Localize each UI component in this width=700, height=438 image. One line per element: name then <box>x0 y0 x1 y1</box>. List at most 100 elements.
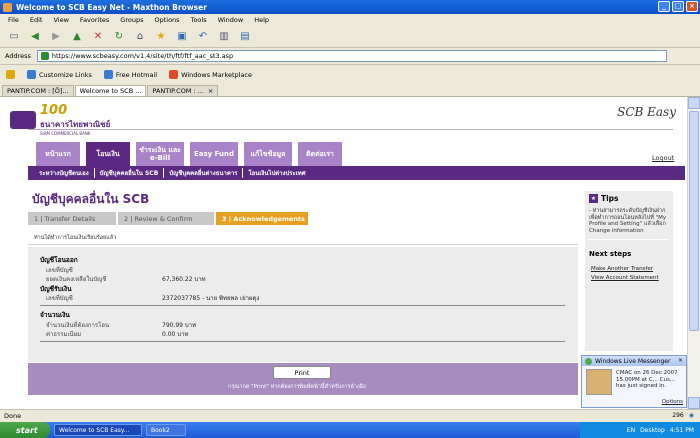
tray-lang[interactable]: EN <box>627 427 635 434</box>
link-favorites[interactable] <box>6 70 15 79</box>
success-notice: ท่านได้ทำการโอนเงินเรียบร้อยแล้ว <box>34 235 117 241</box>
avatar <box>586 369 612 395</box>
link-hotmail-label: Free Hotmail <box>115 70 158 79</box>
msn-message: CMAC on 26 Dec 2007 15.00PM at C... Cus.… <box>616 370 678 389</box>
start-button[interactable]: start <box>0 422 50 438</box>
view-statement-link[interactable]: View Account Statement <box>591 275 659 281</box>
taskbar-item-browser[interactable]: Welcome to SCB Easy... <box>54 424 142 436</box>
close-icon[interactable]: × <box>678 357 683 364</box>
minimize-button[interactable]: _ <box>658 1 670 12</box>
browser-tab[interactable]: PANTIP.COM : ... × <box>147 85 219 96</box>
maxthon-icon <box>3 2 12 12</box>
step-acknowledgements: 3 | Acknowledgements <box>216 212 308 225</box>
menu-favorites[interactable]: Favorites <box>80 16 109 24</box>
address-input[interactable]: https://www.scbeasy.com/v1.4/site/th/ftf… <box>36 50 667 62</box>
fee-label: ค่าธรรมเนียม <box>46 331 82 338</box>
layout-icon[interactable]: ▥ <box>216 29 232 45</box>
browser-tab-label: Welcome to SCB ... <box>79 87 142 95</box>
maximize-button[interactable]: □ <box>672 1 684 12</box>
to-account-value: 2372037785 - นาย พิทยพล เย่าผดุง <box>162 295 260 302</box>
forward-icon[interactable]: ▶ <box>48 29 64 45</box>
home-icon[interactable]: ⌂ <box>132 29 148 45</box>
notice-divider <box>28 244 578 245</box>
undo-icon[interactable]: ↶ <box>195 29 211 45</box>
menu-view[interactable]: View <box>53 16 68 24</box>
anniversary-mark: 100 <box>40 103 68 118</box>
window-titlebar: Welcome to SCB Easy Net - Maxthon Browse… <box>0 0 700 14</box>
msn-options-link[interactable]: Options <box>662 399 683 405</box>
subnav-own-accounts[interactable]: ระหว่างบัญชีตนเอง <box>34 168 95 178</box>
status-text: Done <box>4 412 22 420</box>
screen-icon[interactable]: ▣ <box>174 29 190 45</box>
new-page-icon[interactable]: ▭ <box>6 29 22 45</box>
address-label: Address <box>5 52 31 60</box>
tips-body: - ท่านสามารถระดับบัญชีเงินฝาก เพื่อทำการ… <box>589 208 667 234</box>
balance-value: 67,360.22 บาท <box>162 276 206 283</box>
nav-contact[interactable]: ติดต่อเรา <box>298 142 342 166</box>
menu-help[interactable]: Help <box>254 16 269 24</box>
secure-lock-icon <box>40 52 49 60</box>
refresh-icon[interactable]: ↻ <box>111 29 127 45</box>
nav-payment[interactable]: ชำระเงิน และ e-Bill <box>136 142 184 166</box>
tips-panel: ★ Tips - ท่านสามารถระดับบัญชีเงินฝาก เพื… <box>585 191 673 351</box>
close-button[interactable]: × <box>686 1 698 12</box>
status-bar: Done 296 ◉ <box>0 409 700 422</box>
messenger-icon <box>585 357 592 365</box>
msn-notification[interactable]: Windows Live Messenger × CMAC on 26 Dec … <box>581 355 687 408</box>
favorites-star-icon[interactable]: ★ <box>153 29 169 45</box>
browser-tab-active[interactable]: Welcome to SCB ... <box>74 85 147 96</box>
wizard-steps: 1 | Transfer Details 2 | Review & Confir… <box>28 212 308 225</box>
subnav-overseas[interactable]: โอนเงินไปต่างประเทศ <box>243 168 310 178</box>
scroll-up-icon[interactable] <box>688 97 700 109</box>
toolbar: ▭ ◀ ▶ ▲ ✕ ↻ ⌂ ★ ▣ ↶ ▥ ▤ <box>0 26 700 48</box>
globe-icon: ◉ <box>688 412 694 419</box>
nav-home[interactable]: หน้าแรก <box>36 142 80 166</box>
nav-profile[interactable]: แก้ไขข้อมูล <box>244 142 292 166</box>
link-marketplace[interactable]: Windows Marketplace <box>169 70 252 79</box>
msn-title: Windows Live Messenger <box>595 357 671 365</box>
link-hotmail[interactable]: Free Hotmail <box>103 70 158 79</box>
nav-transfer[interactable]: โอนเงิน <box>86 142 130 166</box>
tray-clock: 4:51 PM <box>669 426 694 434</box>
tips-star-icon: ★ <box>589 194 598 203</box>
menu-window[interactable]: Window <box>218 16 244 24</box>
section-divider <box>40 305 565 306</box>
menu-edit[interactable]: Edit <box>30 16 43 24</box>
next-steps-heading: Next steps <box>589 250 632 258</box>
status-count: 296 <box>672 412 684 419</box>
link-customize[interactable]: Customize Links <box>27 70 92 79</box>
step-review-confirm: 2 | Review & Confirm <box>118 212 214 225</box>
browser-tab[interactable]: PANTIP.COM : [Ô]... <box>2 85 74 96</box>
taskbar-item-book2[interactable]: Book2 <box>146 424 186 436</box>
browser-tab-label: PANTIP.COM : ... <box>152 87 204 95</box>
print-button[interactable]: Print <box>273 366 331 379</box>
browser-tabs: PANTIP.COM : [Ô]... Welcome to SCB ... P… <box>0 84 700 97</box>
make-another-transfer-link[interactable]: Make Another Transfer <box>591 266 653 272</box>
tray-desktop[interactable]: Desktop <box>640 427 665 434</box>
sidebar-icon[interactable]: ▤ <box>237 29 253 45</box>
logout-link[interactable]: Logout <box>652 154 674 162</box>
back-icon[interactable]: ◀ <box>27 29 43 45</box>
from-account-heading: บัญชีโอนออก <box>40 256 78 264</box>
go-up-icon[interactable]: ▲ <box>69 29 85 45</box>
scroll-thumb[interactable] <box>689 111 699 331</box>
system-tray: EN Desktop 4:51 PM <box>580 422 700 438</box>
bank-logo[interactable]: 100 ธนาคารไทยพาณิชย์ SIAM COMMERCIAL BAN… <box>10 103 110 136</box>
menu-tools[interactable]: Tools <box>191 16 207 24</box>
page-scrollbar[interactable] <box>687 97 700 409</box>
stop-icon[interactable]: ✕ <box>90 29 106 45</box>
browser-tab-label: PANTIP.COM : [Ô]... <box>7 87 69 95</box>
menu-groups[interactable]: Groups <box>120 16 143 24</box>
actions-bar: Print กรุณากด "Print" หากต้องการพิมพ์หน้… <box>28 363 578 395</box>
menu-options[interactable]: Options <box>154 16 179 24</box>
subnav-other-bank[interactable]: บัญชีบุคคลอื่นต่างธนาคาร <box>164 168 244 178</box>
main-nav: หน้าแรก โอนเงิน ชำระเงิน และ e-Bill Easy… <box>36 142 342 166</box>
bank-name-en: SIAM COMMERCIAL BANK <box>40 131 91 136</box>
menu-file[interactable]: File <box>8 16 19 24</box>
nav-easy-fund[interactable]: Easy Fund <box>190 142 238 166</box>
subnav-other-scb[interactable]: บัญชีบุคคลอื่นใน SCB <box>95 168 165 178</box>
scroll-down-icon[interactable] <box>688 397 700 409</box>
close-tab-icon[interactable]: × <box>208 87 213 95</box>
menu-bar: File Edit View Favorites Groups Options … <box>0 14 700 26</box>
transfer-summary: บัญชีโอนออก เลขที่บัญชี ยอดเงินคงเหลือใน… <box>28 247 578 362</box>
